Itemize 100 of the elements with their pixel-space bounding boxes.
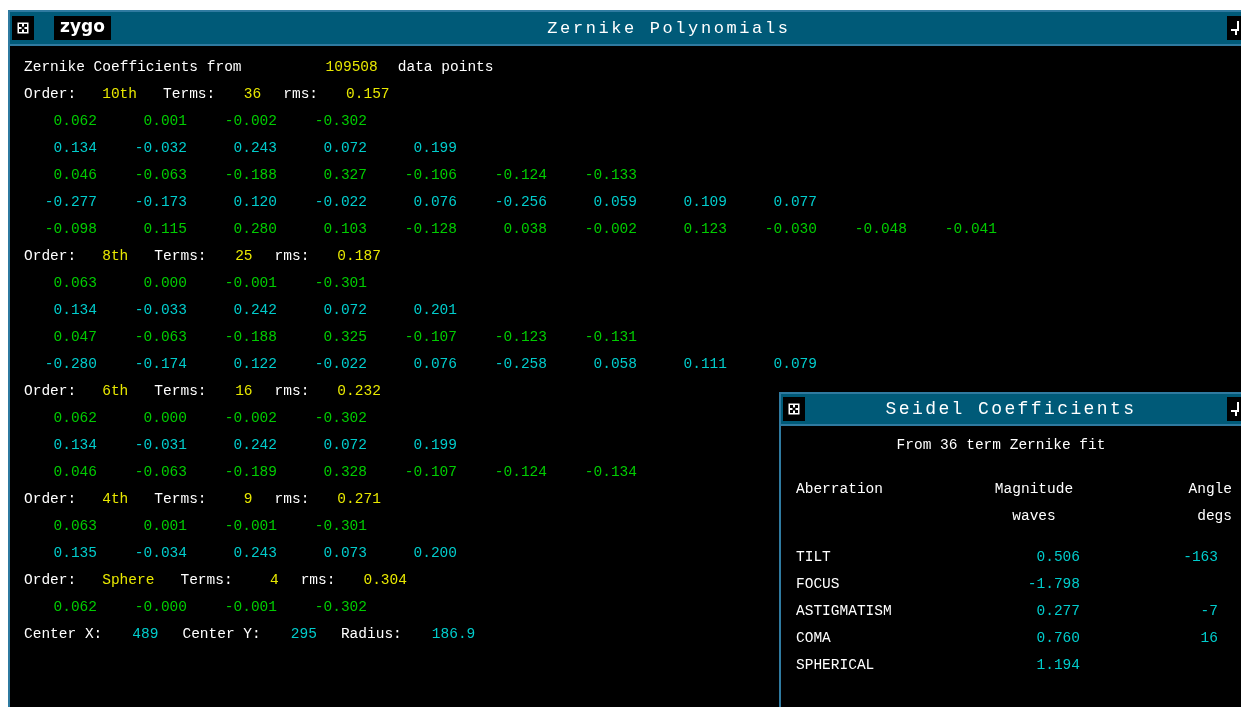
center-value: 186.9	[431, 625, 476, 644]
resize-button[interactable]	[1227, 16, 1241, 40]
coefficient-value: -0.301	[313, 274, 367, 293]
coefficient-value: 0.001	[142, 112, 187, 131]
close-button[interactable]	[783, 397, 805, 421]
order-label: Order:	[24, 382, 77, 401]
coefficient-value: 0.135	[52, 544, 97, 563]
order-label: Order:	[24, 490, 77, 509]
corner-icon	[1231, 21, 1241, 35]
coefficient-value: -0.031	[133, 436, 187, 455]
coefficient-value: -0.098	[43, 220, 97, 239]
magnitude-value: 0.506	[1035, 548, 1081, 567]
coefficient-value: -0.063	[133, 463, 187, 482]
coefficient-value: -0.256	[493, 193, 547, 212]
coefficient-value: -0.002	[223, 409, 277, 428]
coefficient-value: 0.062	[52, 112, 97, 131]
coefficient-value: 0.134	[52, 301, 97, 320]
coefficient-value: 0.123	[682, 220, 727, 239]
coefficient-value: -0.022	[313, 355, 367, 374]
coefficient-value: 0.200	[412, 544, 457, 563]
coefficient-value: -0.106	[403, 166, 457, 185]
rms-label: rms:	[274, 490, 310, 509]
angle-value: 16	[1199, 629, 1219, 648]
coefficient-value: -0.041	[943, 220, 997, 239]
coefficient-value: 0.199	[412, 139, 457, 158]
coefficient-value: 0.063	[52, 274, 97, 293]
coefficient-value: -0.000	[133, 598, 187, 617]
coefficient-value: -0.048	[853, 220, 907, 239]
column-unit: degs	[1196, 507, 1232, 526]
order-value: 8th	[102, 247, 129, 266]
column-header: Angle	[1187, 480, 1232, 499]
order-label: Order:	[24, 571, 77, 590]
coefficient-value: 0.242	[232, 436, 277, 455]
coefficient-value: -0.033	[133, 301, 187, 320]
coefficient-value: -0.174	[133, 355, 187, 374]
terms-label: Terms:	[154, 382, 207, 401]
coefficient-value: 0.115	[142, 220, 187, 239]
magnitude-value: 1.194	[1035, 656, 1081, 675]
order-label: Order:	[24, 85, 77, 104]
resize-button[interactable]	[1227, 397, 1241, 421]
coefficient-value: 0.103	[322, 220, 367, 239]
rms-label: rms:	[274, 247, 310, 266]
coefficient-value: 0.058	[592, 355, 637, 374]
points-value: 109508	[325, 58, 378, 77]
coefficient-value: 0.122	[232, 355, 277, 374]
coefficient-value: 0.243	[232, 544, 277, 563]
close-icon	[17, 22, 29, 34]
order-value: Sphere	[102, 571, 155, 590]
logo: zygo	[54, 16, 111, 40]
coefficient-value: 0.109	[682, 193, 727, 212]
coefficient-value: 0.327	[322, 166, 367, 185]
terms-value: 4	[268, 571, 279, 590]
terms-value: 25	[234, 247, 253, 266]
coefficient-value: -0.063	[133, 328, 187, 347]
center-value: 489	[132, 625, 159, 644]
aberration-name: SPHERICAL	[796, 656, 876, 675]
close-button[interactable]	[12, 16, 34, 40]
coefficient-value: 0.134	[52, 139, 97, 158]
coefficient-value: -0.131	[583, 328, 637, 347]
coefficient-value: -0.188	[223, 166, 277, 185]
coefficient-value: 0.038	[502, 220, 547, 239]
magnitude-value: 0.277	[1035, 602, 1081, 621]
magnitude-value: -1.798	[1026, 575, 1081, 594]
coefficient-value: 0.062	[52, 598, 97, 617]
coefficient-value: -0.301	[313, 517, 367, 536]
coefficient-value: -0.189	[223, 463, 277, 482]
coefficient-value: -0.302	[313, 409, 367, 428]
terms-label: Terms:	[163, 85, 216, 104]
column-header: Aberration	[796, 480, 884, 499]
center-label: Center X:	[24, 625, 103, 644]
column-header: Magnitude	[993, 480, 1075, 499]
window-title: Zernike Polynomials	[546, 18, 792, 38]
coefficient-value: 0.063	[52, 517, 97, 536]
coefficient-value: 0.134	[52, 436, 97, 455]
coefficient-value: 0.328	[322, 463, 367, 482]
center-value: 295	[290, 625, 317, 644]
rms-value: 0.232	[337, 382, 381, 401]
fit-subtitle: From 36 term Zernike fit	[895, 436, 1107, 455]
coefficient-value: -0.123	[493, 328, 547, 347]
coefficient-value: 0.073	[322, 544, 367, 563]
coefficient-value: 0.072	[322, 436, 367, 455]
coefficient-value: 0.000	[142, 409, 187, 428]
rms-label: rms:	[283, 85, 319, 104]
coefficient-value: -0.063	[133, 166, 187, 185]
coefficient-value: 0.199	[412, 436, 457, 455]
coefficient-value: 0.076	[412, 355, 457, 374]
magnitude-value: 0.760	[1035, 629, 1081, 648]
coefficient-value: 0.242	[232, 301, 277, 320]
coefficient-value: 0.072	[322, 301, 367, 320]
coefficient-value: -0.258	[493, 355, 547, 374]
coefficient-value: -0.030	[763, 220, 817, 239]
coefficient-value: 0.062	[52, 409, 97, 428]
coefficient-value: -0.002	[583, 220, 637, 239]
coefficient-value: -0.128	[403, 220, 457, 239]
order-value: 6th	[102, 382, 129, 401]
coefficient-value: 0.046	[52, 463, 97, 482]
terms-value: 9	[242, 490, 253, 509]
coefficient-value: 0.201	[412, 301, 457, 320]
rms-value: 0.304	[363, 571, 407, 590]
terms-value: 36	[242, 85, 262, 104]
